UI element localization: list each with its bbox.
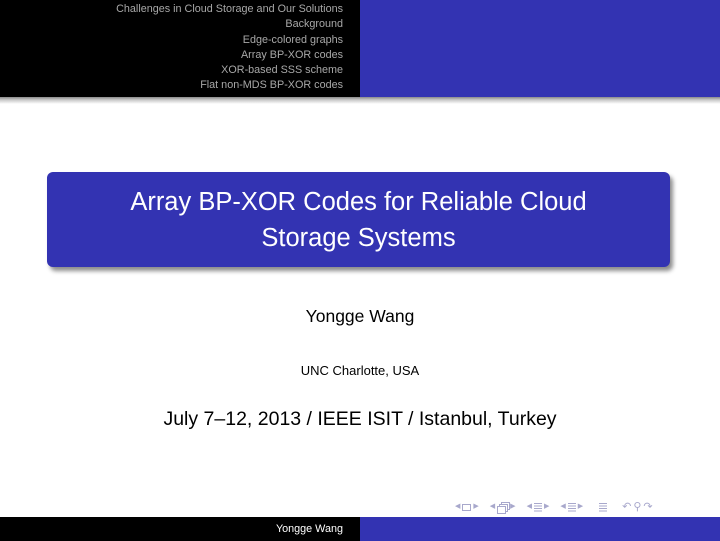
title-line-1: Array BP-XOR Codes for Reliable Cloud [130, 187, 587, 216]
slide-icon[interactable] [462, 503, 472, 511]
frame-prev-icon[interactable]: ◀ [490, 500, 495, 514]
section-prev-icon[interactable]: ◀ [560, 500, 565, 514]
beamer-navigation-bar: ◀ ▶ ◀ ▶ ◀ ▶ ◀ ▶ ↶ ⚲ ↷ [453, 500, 654, 514]
section-navigation: Challenges in Cloud Storage and Our Solu… [0, 0, 360, 97]
author-name: Yongge Wang [305, 306, 415, 326]
header-shadow [0, 97, 720, 104]
back-icon[interactable]: ↶ [622, 500, 631, 514]
forward-icon[interactable]: ↷ [643, 500, 652, 514]
header-blue-panel [360, 0, 720, 97]
section-link-xor-sss-scheme[interactable]: XOR-based SSS scheme [0, 63, 343, 78]
subsection-icon[interactable] [533, 502, 542, 512]
subsection-next-icon[interactable]: ▶ [544, 500, 549, 514]
section-link-flat-non-mds[interactable]: Flat non-MDS BP-XOR codes [0, 78, 343, 93]
footer-author: Yongge Wang [0, 517, 360, 541]
footer-blue-panel [360, 517, 720, 541]
event-date: July 7–12, 2013 / IEEE ISIT / Istanbul, … [163, 408, 557, 430]
section-icon[interactable] [567, 502, 576, 512]
subsection-prev-icon[interactable]: ◀ [527, 500, 532, 514]
section-link-edge-colored-graphs[interactable]: Edge-colored graphs [0, 33, 343, 48]
footer-bar: Yongge Wang [0, 517, 720, 541]
section-link-background[interactable]: Background [0, 17, 343, 32]
section-next-icon[interactable]: ▶ [578, 500, 583, 514]
header-bar: Challenges in Cloud Storage and Our Solu… [0, 0, 720, 97]
frame-icon[interactable] [497, 502, 511, 514]
search-icon[interactable]: ⚲ [633, 500, 641, 514]
title-box: Array BP-XOR Codes for Reliable Cloud St… [47, 172, 670, 267]
institute: UNC Charlotte, USA [300, 363, 420, 378]
slide-next-icon[interactable]: ▶ [473, 500, 478, 514]
section-link-array-bp-xor-codes[interactable]: Array BP-XOR codes [0, 48, 343, 63]
align-icon[interactable] [599, 502, 608, 512]
section-link-challenges[interactable]: Challenges in Cloud Storage and Our Solu… [0, 2, 343, 17]
title-line-2: Storage Systems [261, 223, 456, 252]
slide-prev-icon[interactable]: ◀ [455, 500, 460, 514]
frame-next-icon[interactable]: ▶ [510, 500, 515, 514]
